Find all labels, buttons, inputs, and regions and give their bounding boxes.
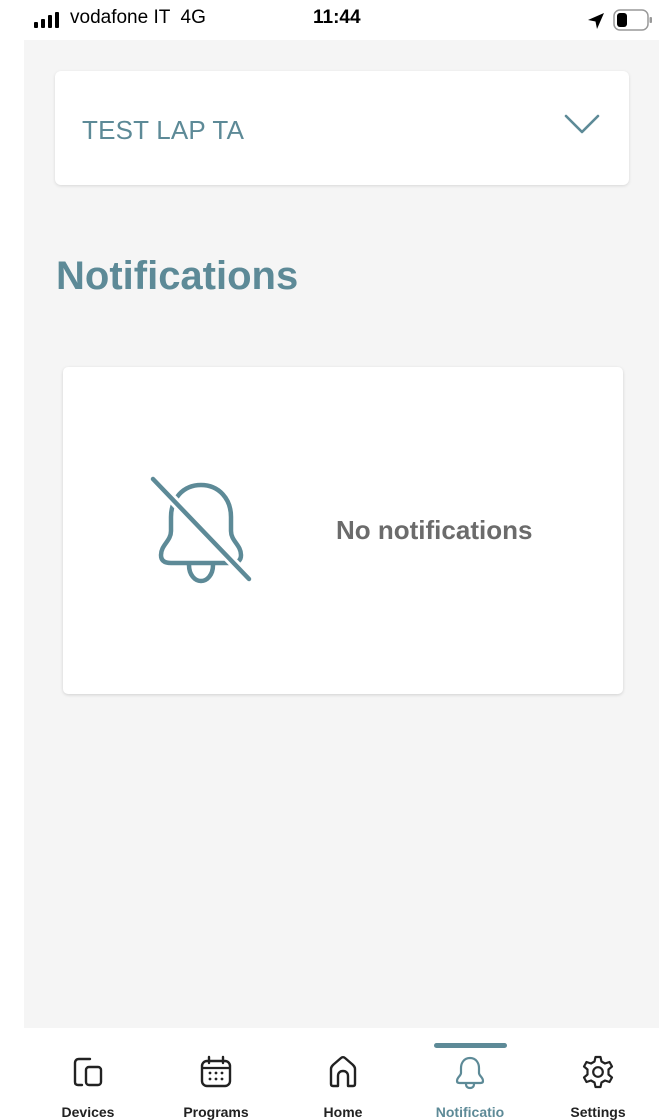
status-time: 11:44	[313, 7, 361, 28]
devices-icon	[73, 1057, 103, 1087]
tab-label-devices: Devices	[61, 1104, 115, 1120]
tab-programs[interactable]: Programs	[156, 1028, 276, 1120]
device-selector[interactable]: TEST LAP TA	[55, 71, 629, 185]
bell-off-icon	[149, 475, 253, 584]
bottom-tab-bar: Devices Programs Home Notificatio Settin…	[0, 1028, 659, 1120]
page-title: Notifications	[56, 254, 299, 298]
signal-strength-icon	[34, 12, 59, 28]
tab-settings[interactable]: Settings	[538, 1028, 658, 1120]
chevron-down-icon[interactable]	[563, 111, 601, 139]
carrier-label: vodafone IT 4G	[70, 7, 206, 28]
location-arrow-icon	[588, 13, 604, 29]
tab-label-home: Home	[323, 1104, 363, 1120]
tab-notifications[interactable]: Notificatio	[410, 1028, 530, 1120]
gear-icon	[582, 1055, 614, 1089]
battery-icon	[613, 9, 652, 31]
selected-device-name: TEST LAP TA	[82, 115, 245, 145]
bell-icon	[455, 1056, 485, 1090]
status-bar: vodafone IT 4G 11:44	[0, 0, 659, 40]
tab-home[interactable]: Home	[283, 1028, 403, 1120]
tab-devices[interactable]: Devices	[28, 1028, 148, 1120]
calendar-icon	[200, 1055, 232, 1088]
home-icon	[329, 1056, 357, 1088]
main-content: TEST LAP TA Notifications No notificatio…	[24, 40, 659, 1028]
empty-state-text: No notifications	[336, 515, 533, 545]
tab-label-programs: Programs	[183, 1104, 249, 1120]
app-screen: vodafone IT 4G 11:44 TEST LAP TA Notific…	[0, 0, 659, 1120]
tab-label-settings: Settings	[570, 1104, 626, 1120]
empty-state-card: No notifications	[63, 367, 623, 694]
tab-label-notifications: Notificatio	[435, 1104, 505, 1120]
